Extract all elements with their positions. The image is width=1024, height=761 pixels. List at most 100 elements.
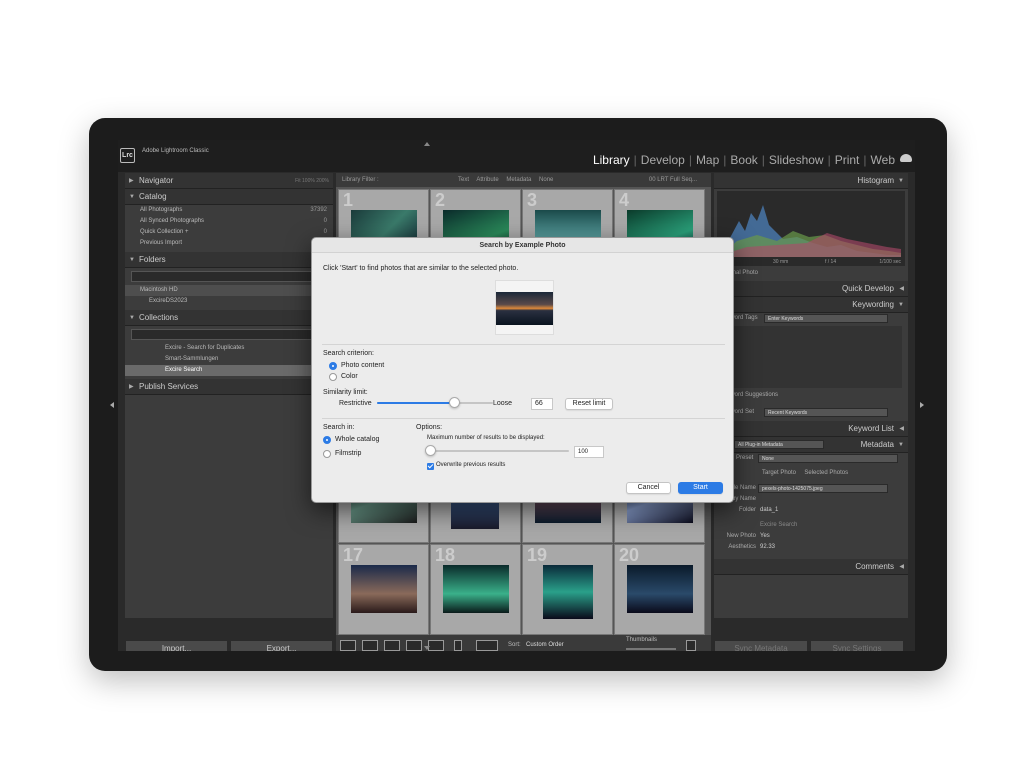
catalog-header[interactable]: ▼ Catalog — [125, 189, 333, 205]
file-name-field[interactable]: pexels-photo-1425075.jpeg — [758, 484, 888, 493]
radio-filmstrip[interactable] — [323, 450, 331, 458]
keyword-set-select[interactable]: Recent Keywords — [764, 408, 888, 417]
triangle-down-icon[interactable] — [424, 646, 430, 650]
collection-item-selected[interactable]: Excire Search3 — [125, 365, 333, 376]
keyword-text-area[interactable] — [720, 326, 902, 388]
slider-thumb[interactable] — [424, 445, 436, 456]
spray-can-icon[interactable] — [454, 640, 462, 651]
module-slideshow[interactable]: Slideshow — [769, 153, 824, 167]
target-photo-toggle[interactable]: Target Photo — [762, 470, 796, 476]
folder-item-label: Macintosh HD — [140, 287, 178, 293]
histogram: 100 30 mm f / 14 1/100 sec — [717, 191, 905, 266]
folder-item[interactable]: ExcireDS2023 — [125, 296, 333, 307]
module-develop[interactable]: Develop — [641, 153, 685, 167]
aesthetics-label: Aesthetics — [728, 544, 756, 550]
module-library[interactable]: Library — [593, 153, 630, 167]
export-button[interactable]: Export... — [230, 640, 333, 651]
collection-item[interactable]: Excire - Search for Duplicates — [125, 343, 333, 354]
module-print[interactable]: Print — [835, 153, 860, 167]
module-book[interactable]: Book — [730, 153, 757, 167]
folders-header[interactable]: ▼ Folders — [125, 252, 333, 268]
cloud-icon[interactable] — [900, 154, 912, 162]
survey-view-icon[interactable] — [406, 640, 422, 651]
keyword-tags-row: Keyword Tags Enter Keywords — [714, 313, 908, 324]
catalog-item[interactable]: All Synced Photographs 0 — [125, 216, 333, 227]
filter-preset[interactable]: 00 LRT Full Seq... — [649, 173, 697, 187]
keyword-list-header[interactable]: Keyword List ◀ — [714, 421, 908, 437]
publish-services-header[interactable]: ▶ Publish Services — [125, 379, 333, 395]
radio-photo-content[interactable] — [329, 362, 337, 370]
navigator-zoom-options[interactable]: Fit 100% 200% — [295, 173, 329, 189]
folders-search-input[interactable] — [131, 271, 327, 282]
triangle-down-icon: ▼ — [129, 194, 135, 200]
navigator-header[interactable]: ▶ Navigator Fit 100% 200% — [125, 173, 333, 189]
radio-color[interactable] — [329, 373, 337, 381]
cell-number: 19 — [527, 545, 548, 565]
module-web[interactable]: Web — [871, 153, 895, 167]
people-view-icon[interactable] — [428, 640, 444, 651]
quick-develop-header[interactable]: Quick Develop ◀ — [714, 281, 908, 297]
library-filter-options[interactable]: Text Attribute Metadata None — [458, 173, 553, 187]
comments-header[interactable]: Comments ◀ — [714, 559, 908, 575]
radio-whole-catalog[interactable] — [323, 436, 331, 444]
histogram-header[interactable]: Histogram ▼ — [714, 173, 908, 189]
cell-number: 3 — [527, 190, 538, 210]
selected-photos-toggle[interactable]: Selected Photos — [804, 470, 848, 476]
publish-services-label: Publish Services — [139, 382, 199, 391]
metadata-header[interactable]: Metadata ▼ All Plug-in Metadata — [714, 437, 908, 453]
triangle-up-icon[interactable] — [424, 142, 430, 146]
catalog-item-label: All Photographs — [140, 207, 183, 213]
grid-cell[interactable]: 19 — [522, 544, 613, 635]
compare-view-icon[interactable] — [384, 640, 400, 651]
chevron-down-icon[interactable] — [686, 640, 696, 651]
reset-limit-button[interactable]: Reset limit — [565, 398, 613, 410]
grid-cell[interactable]: 20 — [614, 544, 705, 635]
overwrite-checkbox[interactable] — [427, 463, 434, 470]
sort-direction-icon[interactable] — [476, 640, 498, 651]
radio-photo-content-label: Photo content — [341, 362, 385, 369]
keyword-tags-select[interactable]: Enter Keywords — [764, 314, 888, 323]
module-map[interactable]: Map — [696, 153, 719, 167]
sort-label: Sort: — [508, 642, 521, 648]
folder-item[interactable]: Macintosh HD — [125, 285, 333, 296]
histogram-graph — [721, 205, 901, 257]
thumbnail-size-slider[interactable] — [626, 648, 676, 650]
grid-cell[interactable]: 18 — [430, 544, 521, 635]
copy-name-row: Copy Name — [714, 494, 908, 505]
catalog-item[interactable]: All Photographs 37392 — [125, 205, 333, 216]
metadata-set-select[interactable]: All Plug-in Metadata — [734, 440, 824, 449]
slider-thumb[interactable] — [448, 397, 460, 408]
grid-cell[interactable]: 17 — [338, 544, 429, 635]
sort-select[interactable]: Custom Order — [526, 642, 564, 648]
preset-select[interactable]: None — [758, 454, 898, 463]
triangle-right-icon[interactable] — [920, 402, 924, 408]
module-picker: Library | Develop | Map | Book | Slideshow | Print… — [592, 153, 895, 167]
triangle-down-icon: ▼ — [129, 257, 135, 263]
max-results-slider[interactable] — [427, 450, 569, 452]
triangle-left-icon[interactable] — [110, 402, 114, 408]
options-label: Options: — [416, 424, 443, 431]
collections-search-input[interactable] — [131, 329, 327, 340]
thumbnail — [543, 565, 593, 619]
catalog-item[interactable]: Previous Import — [125, 238, 333, 249]
catalog-item[interactable]: Quick Collection +0 — [125, 227, 333, 238]
collections-header[interactable]: ▼ Collections — [125, 310, 333, 326]
search-in-label: Search in: — [323, 424, 355, 431]
thumbnail — [443, 565, 509, 613]
start-button[interactable]: Start — [678, 482, 723, 494]
similarity-right-label: Loose — [493, 400, 513, 407]
sync-metadata-button[interactable]: Sync Metadata — [714, 640, 808, 651]
grid-view-icon[interactable] — [340, 640, 356, 651]
similarity-value-field[interactable]: 66 — [531, 398, 553, 410]
search-by-example-dialog: Search by Example Photo Click 'Start' to… — [311, 237, 734, 503]
comments-label: Comments — [855, 562, 894, 571]
collection-item[interactable]: Smart-Sammlungen — [125, 354, 333, 365]
import-button[interactable]: Import... — [125, 640, 228, 651]
max-results-field[interactable]: 100 — [574, 446, 604, 458]
keyword-suggestions-row[interactable]: Keyword Suggestions — [714, 390, 908, 401]
cell-number: 1 — [343, 190, 354, 210]
keywording-header[interactable]: Keywording ▼ — [714, 297, 908, 313]
sync-settings-button[interactable]: Sync Settings — [810, 640, 904, 651]
loupe-view-icon[interactable] — [362, 640, 378, 651]
cancel-button[interactable]: Cancel — [626, 482, 671, 494]
